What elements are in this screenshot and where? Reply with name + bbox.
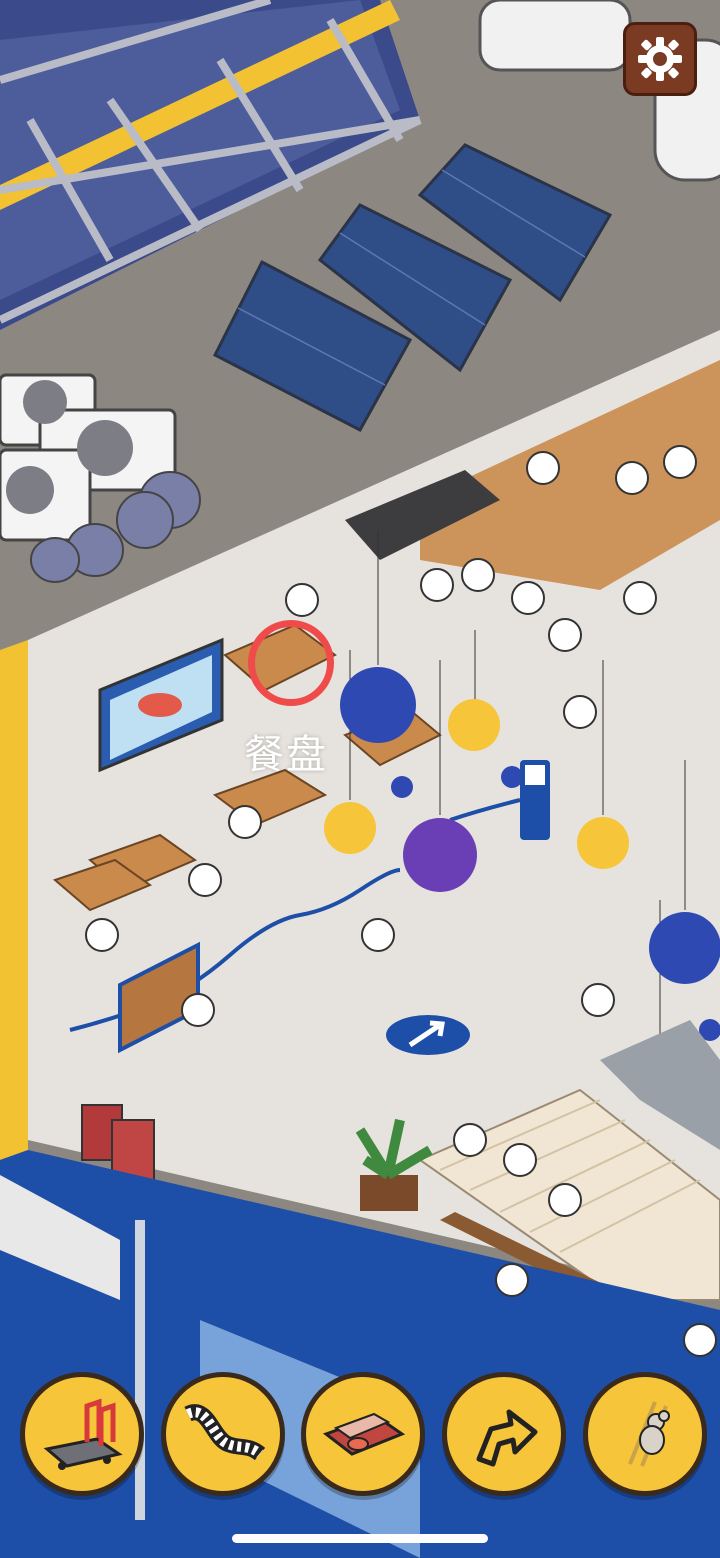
hint-label: 餐盘 [244, 732, 328, 778]
home-indicator[interactable] [232, 1534, 488, 1543]
toolbar-item-mouse[interactable] [583, 1372, 707, 1496]
mouse-ladder-icon [628, 1401, 670, 1467]
settings-button[interactable] [623, 22, 697, 96]
hand-truck-icon [43, 1398, 123, 1470]
toolbar-item-tray[interactable] [301, 1372, 425, 1496]
toolbar-item-arrow[interactable] [442, 1372, 566, 1496]
target-highlight-circle[interactable] [248, 620, 334, 706]
mall-illustration [0, 0, 720, 1558]
curved-arrow-icon [476, 1409, 538, 1467]
gear-icon [638, 37, 682, 81]
toolbar-item-cart[interactable] [20, 1372, 144, 1496]
film-strip-icon [184, 1404, 266, 1461]
food-tray-icon [322, 1412, 406, 1456]
game-scene[interactable]: 餐盘 [0, 0, 720, 1558]
toolbar-item-ribbon[interactable] [161, 1372, 285, 1496]
